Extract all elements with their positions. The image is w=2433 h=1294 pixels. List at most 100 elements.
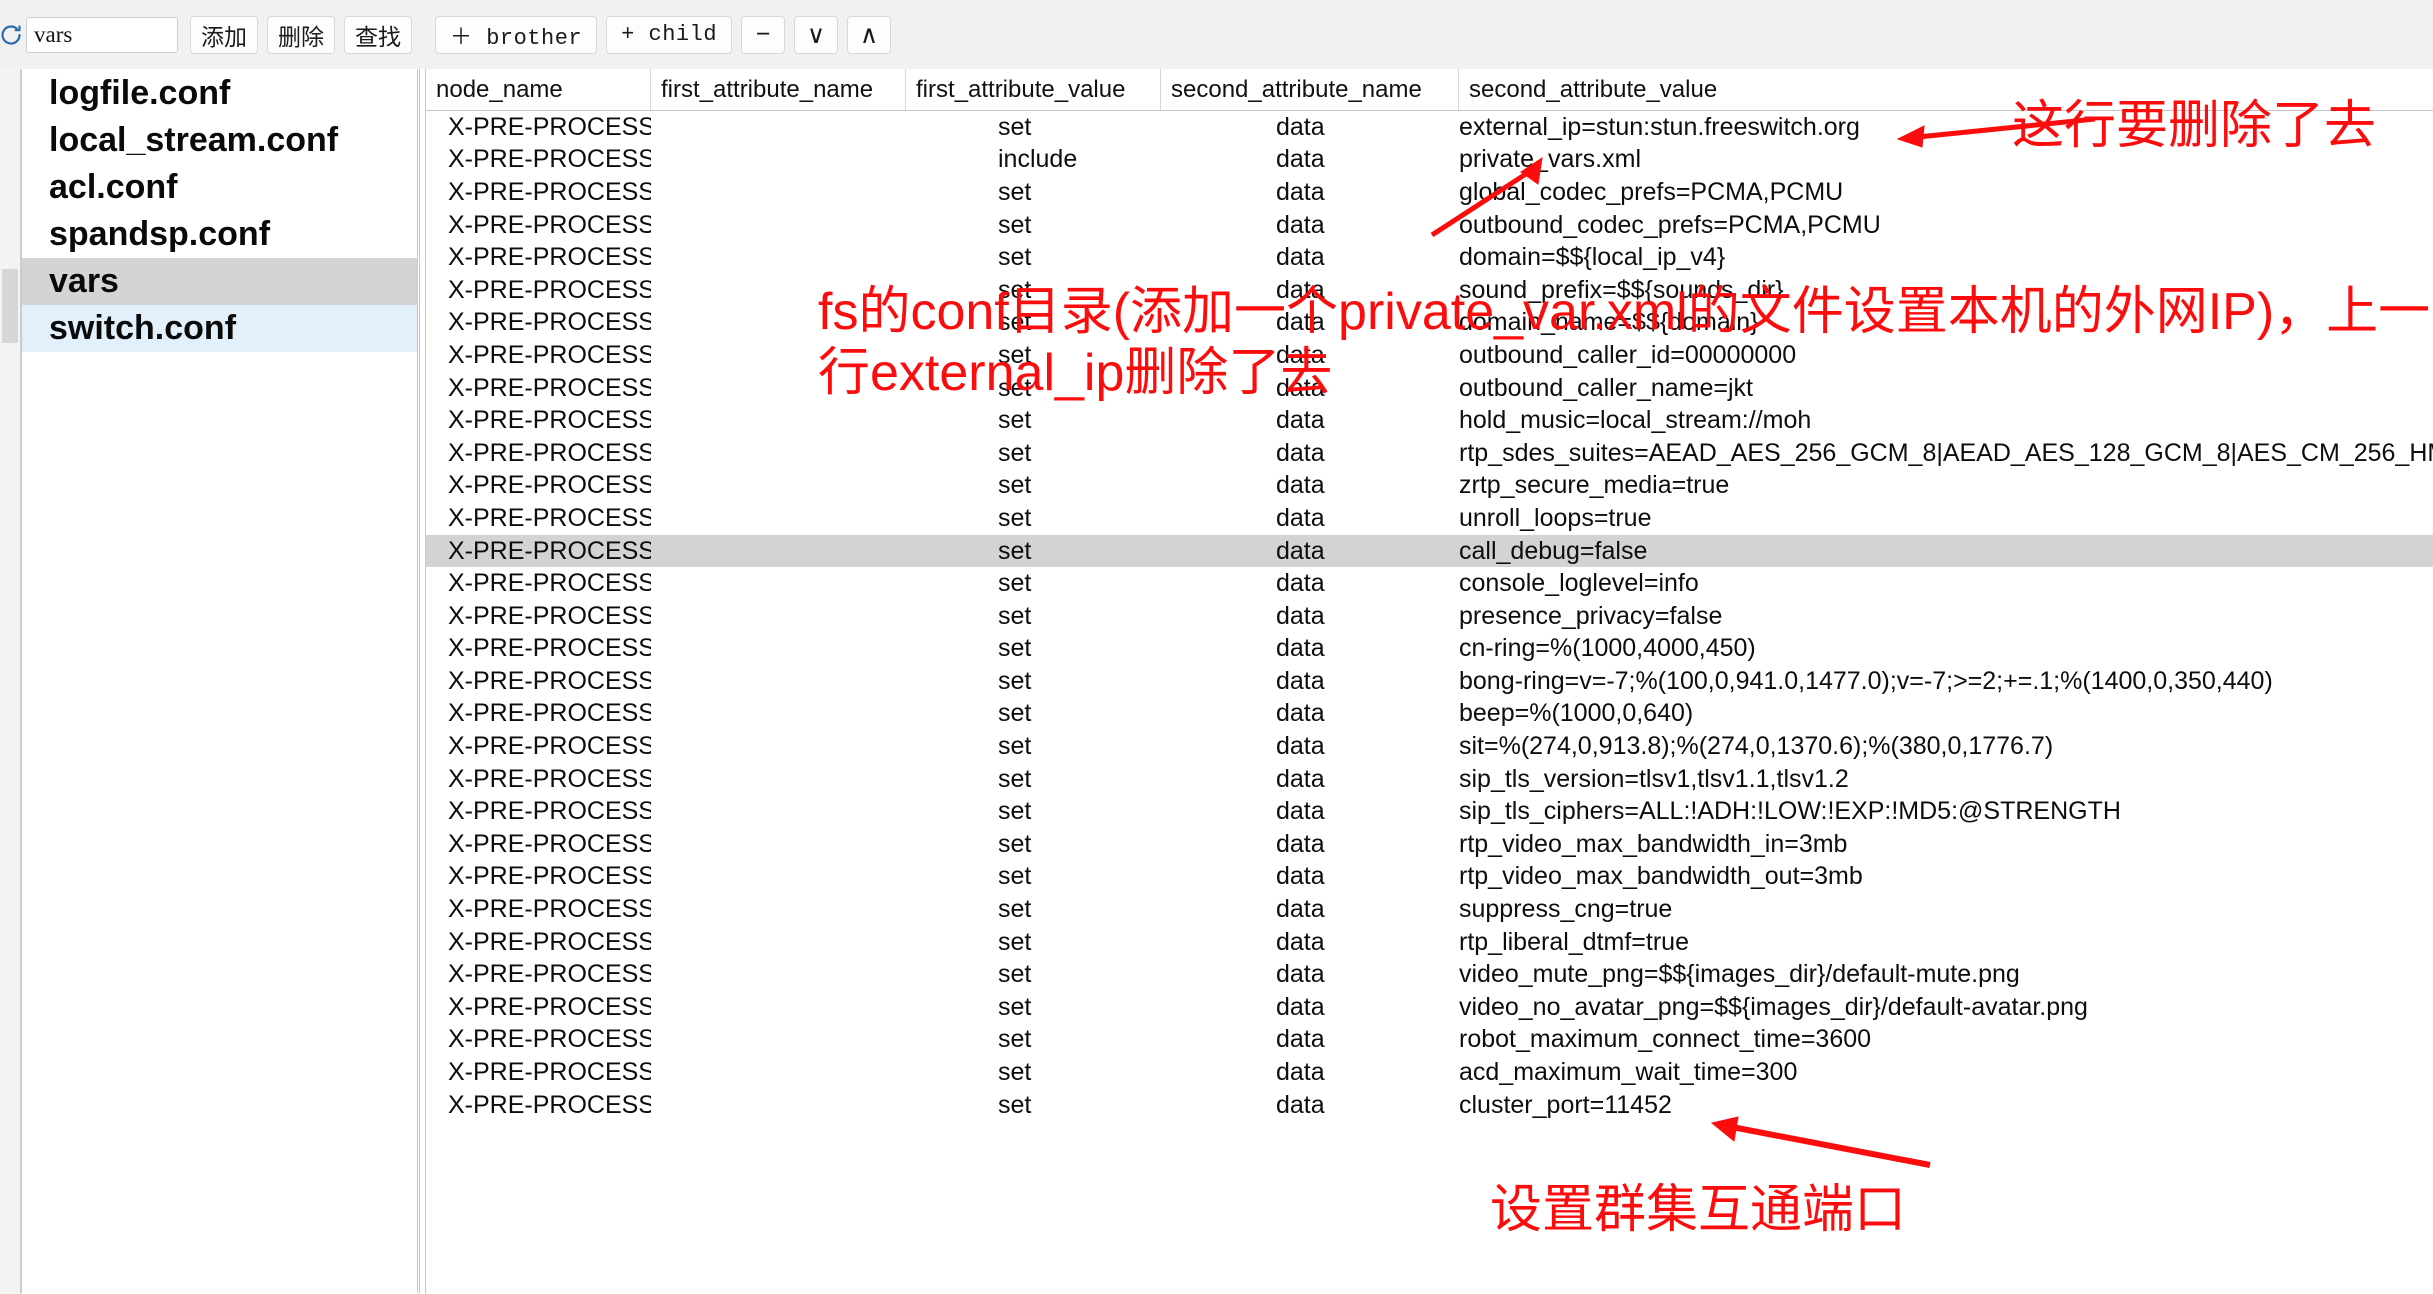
cell-first-attribute-value: set <box>998 340 1032 369</box>
cell-second-attribute-name: data <box>1276 666 1325 695</box>
column-header-first-attribute-value[interactable]: first_attribute_value <box>906 69 1161 110</box>
cell-node-name: X-PRE-PROCESS cmd <box>448 829 651 858</box>
cell-node-name: X-PRE-PROCESS cmd <box>448 471 651 500</box>
cell-node-name: X-PRE-PROCESS cmd <box>448 699 651 728</box>
table-row[interactable]: X-PRE-PROCESS cmd set data outbound_caller_… <box>426 372 2433 405</box>
cell-node-name: X-PRE-PROCESS cmd <box>448 373 651 402</box>
cell-second-attribute-value: domain_name=$${domain} <box>1459 308 1759 337</box>
sidebar-divider <box>419 69 420 1294</box>
cell-node-name: X-PRE-PROCESS cmd <box>448 927 651 956</box>
cell-second-attribute-name: data <box>1276 829 1325 858</box>
cell-second-attribute-name: data <box>1276 471 1325 500</box>
cell-second-attribute-value: private_vars.xml <box>1459 145 1641 174</box>
cell-second-attribute-name: data <box>1276 992 1325 1021</box>
table-row[interactable]: X-PRE-PROCESS cmd set data cn-ring=%(1000,4… <box>426 633 2433 666</box>
table-row[interactable]: X-PRE-PROCESS cmd set data bong-ring=v=-7;%… <box>426 665 2433 698</box>
cell-second-attribute-value: outbound_caller_id=00000000 <box>1459 340 1797 369</box>
add-child-button[interactable]: + child <box>606 15 733 54</box>
cell-first-attribute-value: set <box>998 862 1032 891</box>
table-row[interactable]: X-PRE-PROCESS cmd set data sip_tls_version=… <box>426 763 2433 796</box>
cell-first-attribute-value: set <box>998 960 1032 989</box>
refresh-icon[interactable] <box>0 20 24 50</box>
table-row[interactable]: X-PRE-PROCESS cmd set data call_debug=false <box>426 534 2433 568</box>
toolbar: 添加 删除 查找 ＋ brother + child − ∨ ∧ <box>0 0 2433 69</box>
move-up-button[interactable]: ∧ <box>847 15 892 54</box>
cell-second-attribute-value: global_codec_prefs=PCMA,PCMU <box>1459 177 1844 206</box>
cell-second-attribute-name: data <box>1276 960 1325 989</box>
column-header-second-attribute-name[interactable]: second_attribute_name <box>1161 69 1459 110</box>
delete-button[interactable]: 删除 <box>267 15 335 54</box>
table-row[interactable]: X-PRE-PROCESS cmd set data cluster_port=114… <box>426 1089 2433 1122</box>
cell-first-attribute-value: set <box>998 992 1032 1021</box>
table-row[interactable]: X-PRE-PROCESS cmd set data video_no_avatar_… <box>426 991 2433 1024</box>
cell-second-attribute-value: robot_maximum_connect_time=3600 <box>1459 1025 1872 1054</box>
sidebar-scrollbar-thumb[interactable] <box>2 269 18 343</box>
cell-second-attribute-value: call_debug=false <box>1459 536 1648 565</box>
table-row[interactable]: X-PRE-PROCESS cmd set data sit=%(274,0,913.… <box>426 730 2433 763</box>
cell-node-name: X-PRE-PROCESS cmd <box>448 634 651 663</box>
add-button[interactable]: 添加 <box>190 15 258 54</box>
table-row[interactable]: X-PRE-PROCESS cmd set data sip_tls_ciphers=… <box>426 795 2433 828</box>
cell-node-name: X-PRE-PROCESS cmd <box>448 601 651 630</box>
cell-second-attribute-name: data <box>1276 895 1325 924</box>
table-row[interactable]: X-PRE-PROCESS cmd set data video_mute_png=$… <box>426 958 2433 991</box>
table-row[interactable]: X-PRE-PROCESS cmd set data console_loglevel… <box>426 567 2433 600</box>
table-row[interactable]: X-PRE-PROCESS cmd set data outbound_caller_… <box>426 339 2433 372</box>
cell-second-attribute-value: video_no_avatar_png=$${images_dir}/defau… <box>1459 992 2088 1021</box>
find-button[interactable]: 查找 <box>344 15 412 54</box>
table-row[interactable]: X-PRE-PROCESS cmd set data external_ip=stun… <box>426 111 2433 144</box>
table-row[interactable]: X-PRE-PROCESS cmd set data presence_privacy… <box>426 600 2433 633</box>
table-row[interactable]: X-PRE-PROCESS cmd set data rtp_sdes_suites=… <box>426 437 2433 470</box>
cell-first-attribute-value: set <box>998 406 1032 435</box>
cell-node-name: X-PRE-PROCESS cmd <box>448 177 651 206</box>
table-row[interactable]: X-PRE-PROCESS cmd set data outbound_codec_p… <box>426 209 2433 242</box>
table-row[interactable]: X-PRE-PROCESS cmd set data acd_maximum_wait… <box>426 1056 2433 1089</box>
file-list-item[interactable]: spandsp.conf <box>22 211 417 258</box>
table-row[interactable]: X-PRE-PROCESS cmd set data sound_prefix=$${… <box>426 274 2433 307</box>
cell-first-attribute-value: set <box>998 1090 1032 1119</box>
cell-first-attribute-value: set <box>998 112 1032 141</box>
add-brother-button[interactable]: ＋ brother <box>435 15 598 54</box>
cell-first-attribute-value: set <box>998 471 1032 500</box>
file-list-item[interactable]: local_stream.conf <box>22 117 417 164</box>
table-row[interactable]: X-PRE-PROCESS cmd set data rtp_liberal_dtmf… <box>426 926 2433 959</box>
move-down-button[interactable]: ∨ <box>794 15 839 54</box>
sidebar-scrollbar[interactable] <box>0 69 21 1294</box>
table-row[interactable]: X-PRE-PROCESS cmd set data rtp_video_max_ba… <box>426 828 2433 861</box>
table-row[interactable]: X-PRE-PROCESS cmd set data domain_name=$${d… <box>426 307 2433 340</box>
cell-node-name: X-PRE-PROCESS cmd <box>448 895 651 924</box>
cell-first-attribute-value: set <box>998 243 1032 272</box>
table-row[interactable]: X-PRE-PROCESS cmd set data global_codec_pre… <box>426 176 2433 209</box>
table-row[interactable]: X-PRE-PROCESS cmd set data unroll_loops=tru… <box>426 502 2433 535</box>
cell-second-attribute-value: rtp_sdes_suites=AEAD_AES_256_GCM_8|AEAD_… <box>1459 438 2433 467</box>
column-header-first-attribute-name[interactable]: first_attribute_name <box>651 69 906 110</box>
path-input[interactable] <box>26 16 178 53</box>
table-row[interactable]: X-PRE-PROCESS cmd set data hold_music=local… <box>426 404 2433 437</box>
table-header-row: node_name first_attribute_name first_att… <box>426 69 2433 111</box>
table-row[interactable]: X-PRE-PROCESS cmd set data zrtp_secure_medi… <box>426 470 2433 503</box>
column-header-second-attribute-value[interactable]: second_attribute_value <box>1459 69 2419 110</box>
table-row[interactable]: X-PRE-PROCESS cmd include data private_vars… <box>426 144 2433 177</box>
cell-first-attribute-value: set <box>998 666 1032 695</box>
table-row[interactable]: X-PRE-PROCESS cmd set data suppress_cng=tru… <box>426 893 2433 926</box>
table-row[interactable]: X-PRE-PROCESS cmd set data beep=%(1000,0,64… <box>426 698 2433 731</box>
cell-second-attribute-value: rtp_liberal_dtmf=true <box>1459 927 1689 956</box>
cell-second-attribute-value: suppress_cng=true <box>1459 895 1673 924</box>
cell-second-attribute-name: data <box>1276 862 1325 891</box>
cell-node-name: X-PRE-PROCESS cmd <box>448 960 651 989</box>
cell-first-attribute-value: set <box>998 895 1032 924</box>
cell-second-attribute-value: external_ip=stun:stun.freeswitch.org <box>1459 112 1860 141</box>
cell-node-name: X-PRE-PROCESS cmd <box>448 340 651 369</box>
file-list-item[interactable]: vars <box>22 258 417 305</box>
remove-node-button[interactable]: − <box>741 15 786 54</box>
file-list-item[interactable]: acl.conf <box>22 164 417 211</box>
cell-second-attribute-name: data <box>1276 243 1325 272</box>
table-row[interactable]: X-PRE-PROCESS cmd set data robot_maximum_co… <box>426 1024 2433 1057</box>
cell-first-attribute-value: include <box>998 145 1078 174</box>
table-row[interactable]: X-PRE-PROCESS cmd set data rtp_video_max_ba… <box>426 861 2433 894</box>
column-header-node-name[interactable]: node_name <box>426 69 651 110</box>
file-list-item[interactable]: logfile.conf <box>22 70 417 117</box>
file-list-item[interactable]: switch.conf <box>22 305 417 352</box>
cell-node-name: X-PRE-PROCESS cmd <box>448 145 651 174</box>
table-row[interactable]: X-PRE-PROCESS cmd set data domain=$${local_… <box>426 241 2433 274</box>
